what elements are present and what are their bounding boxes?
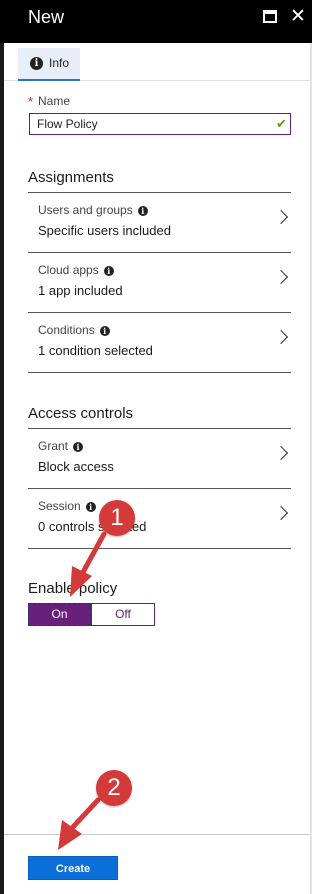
callout-badge-1: 1: [99, 500, 135, 536]
arrow-to-toggle: [70, 531, 107, 597]
callout-badge-2: 2: [96, 770, 132, 806]
annotation-arrows: [58, 531, 107, 850]
arrow-to-create: [58, 797, 101, 850]
